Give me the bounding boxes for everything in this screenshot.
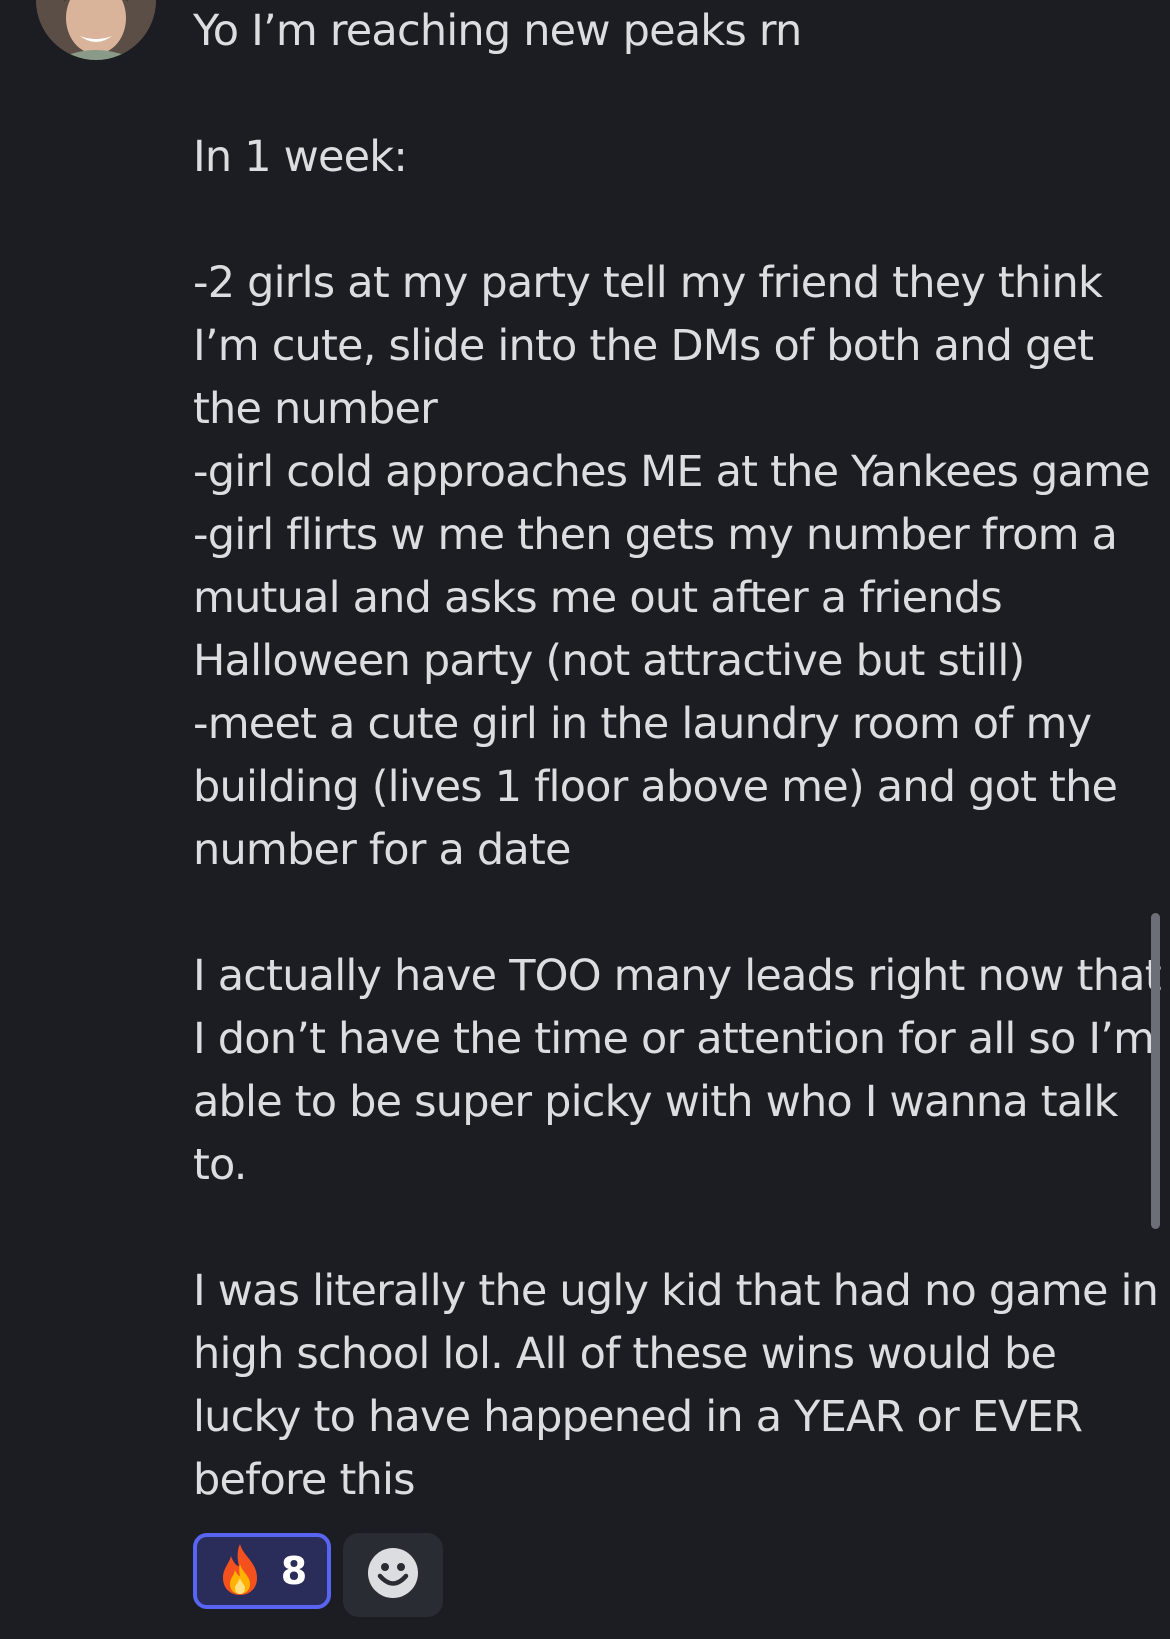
fire-reaction-button[interactable]: 8 (193, 1533, 331, 1609)
message-line: the number (193, 384, 438, 434)
message-line: -girl flirts w me then gets my number fr… (193, 510, 1118, 560)
message-line: able to be super picky with who I wanna … (193, 1077, 1118, 1127)
scrollbar[interactable] (1151, 913, 1160, 1229)
message-line: Halloween party (not attractive but stil… (193, 636, 1025, 686)
message-line: before this (193, 1455, 416, 1505)
reaction-count: 8 (280, 1549, 308, 1593)
message-line: lucky to have happened in a YEAR or EVER (193, 1392, 1083, 1442)
message-line: In 1 week: (193, 132, 408, 182)
message-line: to. (193, 1140, 247, 1190)
user-avatar-photo (36, 0, 156, 60)
message-body: Yo I’m reaching new peaks rn In 1 week: -2… (193, 0, 1162, 1512)
message-line: mutual and asks me out after a friends (193, 573, 1003, 623)
message-line: I actually have TOO many leads right now… (193, 951, 1162, 1001)
message-line: I don’t have the time or attention for a… (193, 1014, 1155, 1064)
add-reaction-button[interactable] (343, 1533, 443, 1617)
message-line: building (lives 1 floor above me) and go… (193, 762, 1118, 812)
reactions-bar: 8 (193, 1533, 443, 1617)
smiley-face-icon (367, 1547, 419, 1603)
message-line: Yo I’m reaching new peaks rn (193, 6, 802, 56)
avatar[interactable] (36, 0, 156, 60)
message-line: high school lol. All of these wins would… (193, 1329, 1057, 1379)
fire-icon (217, 1542, 263, 1600)
message-line: I was literally the ugly kid that had no… (193, 1266, 1159, 1316)
message-line: number for a date (193, 825, 571, 875)
message-line: I’m cute, slide into the DMs of both and… (193, 321, 1094, 371)
message-line: -girl cold approaches ME at the Yankees … (193, 447, 1151, 497)
message-line: -2 girls at my party tell my friend they… (193, 258, 1103, 308)
message-line: -meet a cute girl in the laundry room of… (193, 699, 1092, 749)
